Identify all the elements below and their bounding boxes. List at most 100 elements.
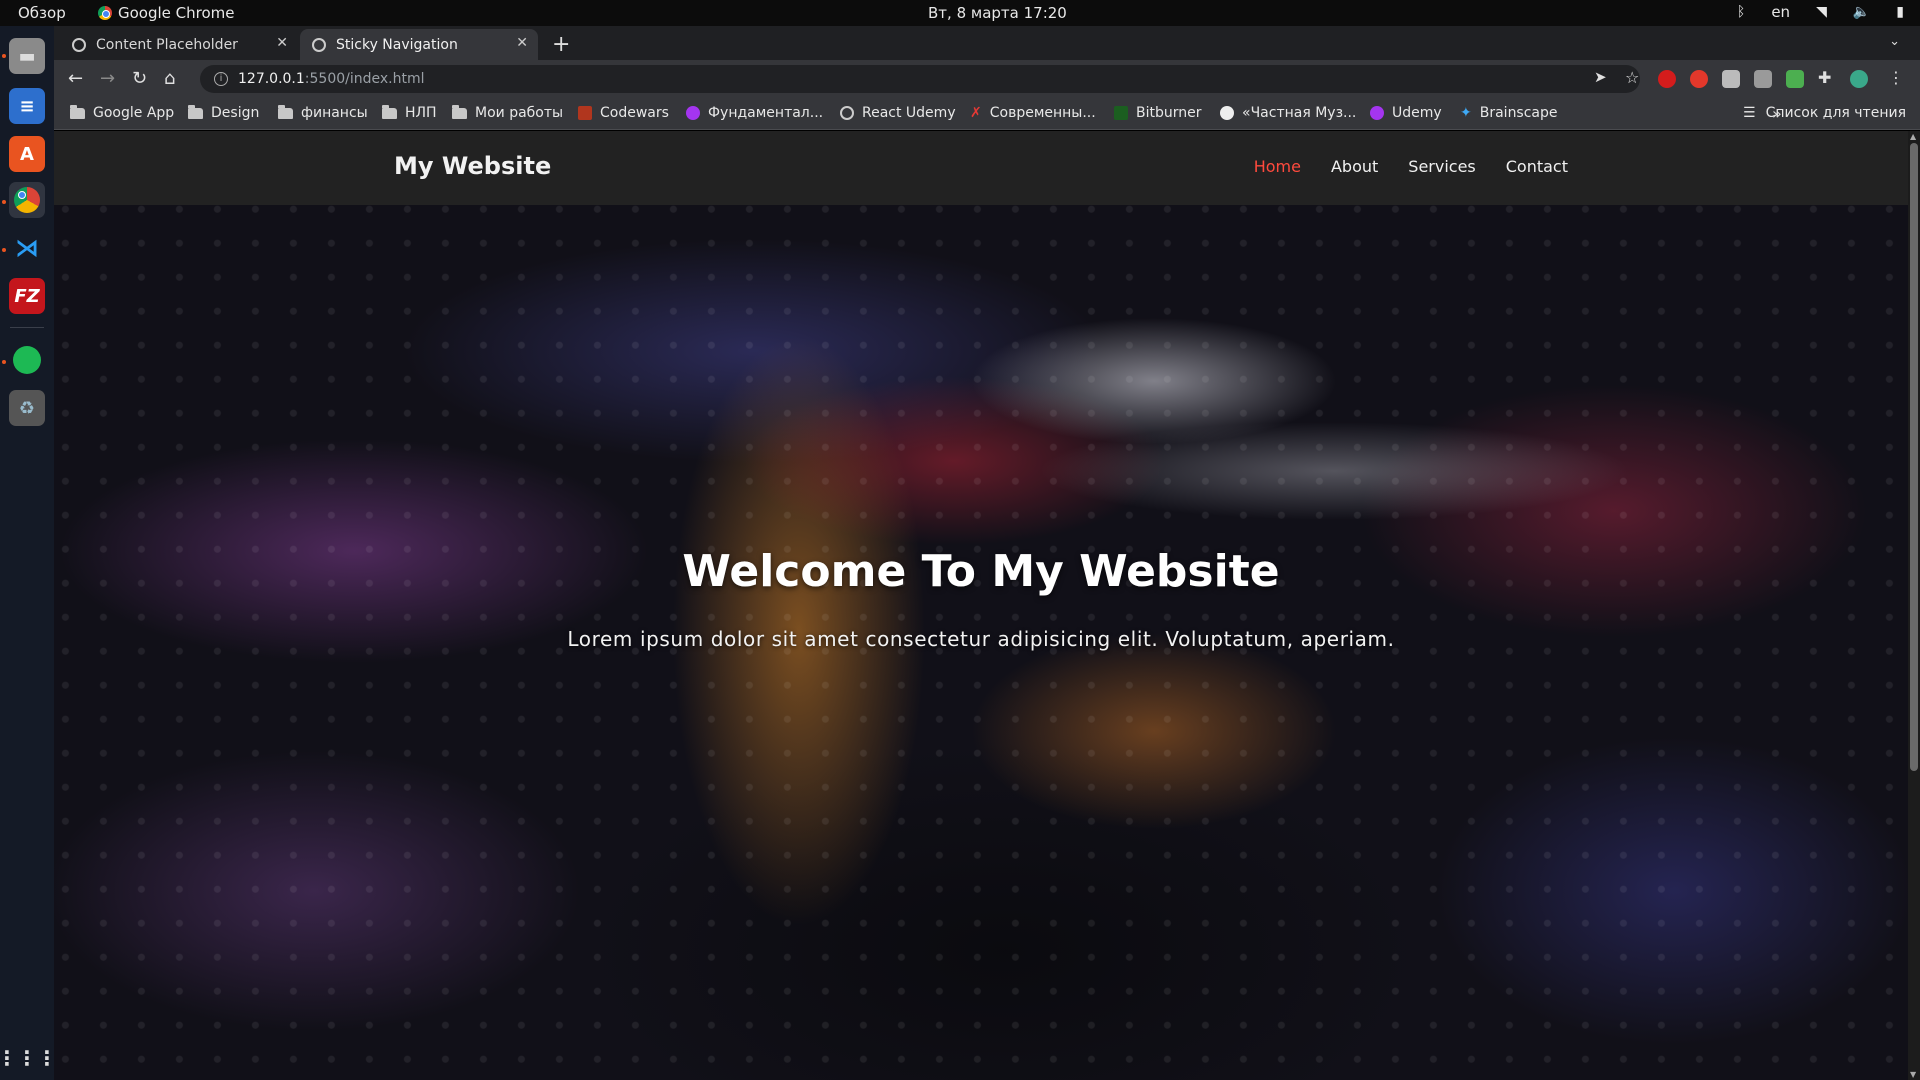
- writer-icon[interactable]: ≡: [9, 88, 45, 124]
- bookmark-label: Udemy: [1392, 105, 1442, 121]
- globe-icon: [312, 37, 326, 52]
- page-scrollbar[interactable]: ▲ ▼: [1908, 131, 1920, 1080]
- bookmark-label: Bitburner: [1136, 105, 1202, 121]
- show-apps-icon[interactable]: ⋮⋮⋮: [0, 1040, 57, 1076]
- web-page: My Website Home About Services Contact W…: [54, 131, 1908, 1080]
- nav-menu: Home About Services Contact: [1254, 157, 1568, 176]
- spotify-icon[interactable]: [9, 342, 45, 378]
- codewars-icon: [578, 106, 592, 120]
- udemy-icon: [1370, 106, 1384, 120]
- scroll-up-icon[interactable]: ▲: [1910, 132, 1916, 141]
- bookmarks-bar: Google App Design финансы НЛП Мои работы…: [54, 98, 1920, 130]
- bookmark-label: React Udemy: [862, 105, 956, 121]
- tab-content-placeholder[interactable]: Content Placeholder ✕: [60, 29, 298, 60]
- running-indicator: [2, 200, 6, 204]
- bookmark-label: Фундаментал...: [708, 105, 824, 121]
- bookmark-my-works[interactable]: Мои работы: [452, 104, 563, 121]
- folder-icon: [382, 104, 397, 119]
- extension-icon[interactable]: [1722, 70, 1740, 88]
- folder-icon: [70, 104, 85, 119]
- send-icon[interactable]: ➤: [1594, 68, 1607, 86]
- globe-icon: [840, 106, 854, 120]
- reading-list-icon: ☰: [1743, 105, 1756, 121]
- bookmark-label: НЛП: [405, 105, 437, 121]
- hero-subtitle: Lorem ipsum dolor sit amet consectetur a…: [567, 627, 1395, 651]
- running-indicator: [2, 54, 6, 58]
- language-indicator[interactable]: en: [1771, 3, 1790, 21]
- bitburner-icon: [1114, 106, 1128, 120]
- opera-extension-icon[interactable]: [1658, 70, 1676, 88]
- nav-link-contact[interactable]: Contact: [1506, 157, 1568, 176]
- profile-avatar[interactable]: [1850, 70, 1868, 88]
- close-icon[interactable]: ✕: [276, 35, 288, 51]
- software-center-icon[interactable]: A: [9, 136, 45, 172]
- hero-background-image: [54, 131, 1908, 1080]
- bookmark-fundamentals[interactable]: Фундаментал...: [686, 105, 823, 121]
- folder-icon: [452, 104, 467, 119]
- tab-search-button[interactable]: ⌄: [1889, 34, 1900, 49]
- filezilla-icon[interactable]: FZ: [9, 278, 45, 314]
- files-icon[interactable]: ▬: [9, 38, 45, 74]
- extension-icon[interactable]: [1754, 70, 1772, 88]
- new-tab-button[interactable]: +: [552, 32, 570, 57]
- battery-icon[interactable]: ▮: [1896, 4, 1904, 20]
- reading-list-button[interactable]: ☰ Список для чтения: [1743, 105, 1906, 121]
- system-tray[interactable]: ᛒ en ◥ 🔈 ▮: [1737, 3, 1904, 21]
- x-icon: ✗: [970, 105, 982, 121]
- running-indicator: [2, 248, 6, 252]
- bookmark-label: Brainscape: [1479, 105, 1558, 121]
- vscode-icon[interactable]: ⋊: [9, 230, 45, 266]
- bookmark-label: Codewars: [600, 105, 669, 121]
- bookmark-modern[interactable]: ✗ Современны...: [970, 105, 1096, 121]
- sticky-navbar: My Website Home About Services Contact: [54, 131, 1908, 205]
- wifi-icon[interactable]: ◥: [1816, 4, 1827, 20]
- tab-strip: Content Placeholder ✕ Sticky Navigation …: [54, 26, 1920, 60]
- activities-button[interactable]: Обзор: [18, 4, 66, 22]
- close-icon[interactable]: ✕: [516, 35, 528, 51]
- clock[interactable]: Вт, 8 марта 17:20: [928, 4, 1067, 22]
- extension-icon[interactable]: [1786, 70, 1804, 88]
- bookmark-react-udemy[interactable]: React Udemy: [840, 105, 956, 121]
- brainscape-icon: ✦: [1460, 105, 1472, 121]
- bookmark-private-music[interactable]: «Частная Муз...: [1220, 105, 1356, 121]
- bookmark-nlp[interactable]: НЛП: [382, 104, 437, 121]
- puzzle-icon[interactable]: ✚: [1818, 68, 1831, 87]
- chrome-icon[interactable]: [9, 182, 45, 218]
- home-button[interactable]: ⌂: [164, 68, 175, 89]
- trash-icon[interactable]: ♻: [9, 390, 45, 426]
- bluetooth-icon[interactable]: ᛒ: [1737, 4, 1745, 20]
- folder-icon: [188, 104, 203, 119]
- volume-icon[interactable]: 🔈: [1853, 4, 1870, 20]
- tab-sticky-navigation[interactable]: Sticky Navigation ✕: [300, 29, 538, 60]
- nav-link-home[interactable]: Home: [1254, 157, 1301, 176]
- bookmark-label: Design: [211, 105, 260, 121]
- bookmark-finance[interactable]: финансы: [278, 104, 368, 121]
- scroll-down-icon[interactable]: ▼: [1910, 1070, 1916, 1079]
- browser-toolbar: ← → ↻ ⌂ i 127.0.0.1:5500/index.html ➤ ☆ …: [54, 60, 1920, 98]
- address-bar[interactable]: i 127.0.0.1:5500/index.html: [200, 65, 1640, 93]
- bookmark-label: Google App: [93, 105, 175, 121]
- info-icon[interactable]: i: [214, 72, 228, 86]
- nav-link-services[interactable]: Services: [1408, 157, 1475, 176]
- folder-icon: [278, 104, 293, 119]
- star-icon[interactable]: ☆: [1625, 68, 1639, 87]
- url-path: :5500/index.html: [304, 71, 425, 87]
- forward-button[interactable]: →: [100, 68, 115, 89]
- bookmark-udemy[interactable]: Udemy: [1370, 105, 1442, 121]
- bookmark-google-app[interactable]: Google App: [70, 104, 175, 121]
- site-logo[interactable]: My Website: [394, 152, 551, 180]
- bookmark-brainscape[interactable]: ✦ Brainscape: [1460, 105, 1558, 121]
- bookmark-design[interactable]: Design: [188, 104, 260, 121]
- bookmark-bitburner[interactable]: Bitburner: [1114, 105, 1202, 121]
- back-button[interactable]: ←: [68, 68, 83, 89]
- adblock-icon[interactable]: [1690, 70, 1708, 88]
- bookmark-codewars[interactable]: Codewars: [578, 105, 669, 121]
- bookmark-label: Современны...: [989, 105, 1096, 121]
- tab-title: Sticky Navigation: [336, 36, 458, 53]
- nav-link-about[interactable]: About: [1331, 157, 1378, 176]
- app-menu[interactable]: Google Chrome: [98, 4, 235, 22]
- reload-button[interactable]: ↻: [132, 68, 147, 89]
- scrollbar-thumb[interactable]: [1910, 143, 1918, 771]
- running-indicator: [2, 360, 6, 364]
- menu-icon[interactable]: ⋮: [1888, 68, 1904, 87]
